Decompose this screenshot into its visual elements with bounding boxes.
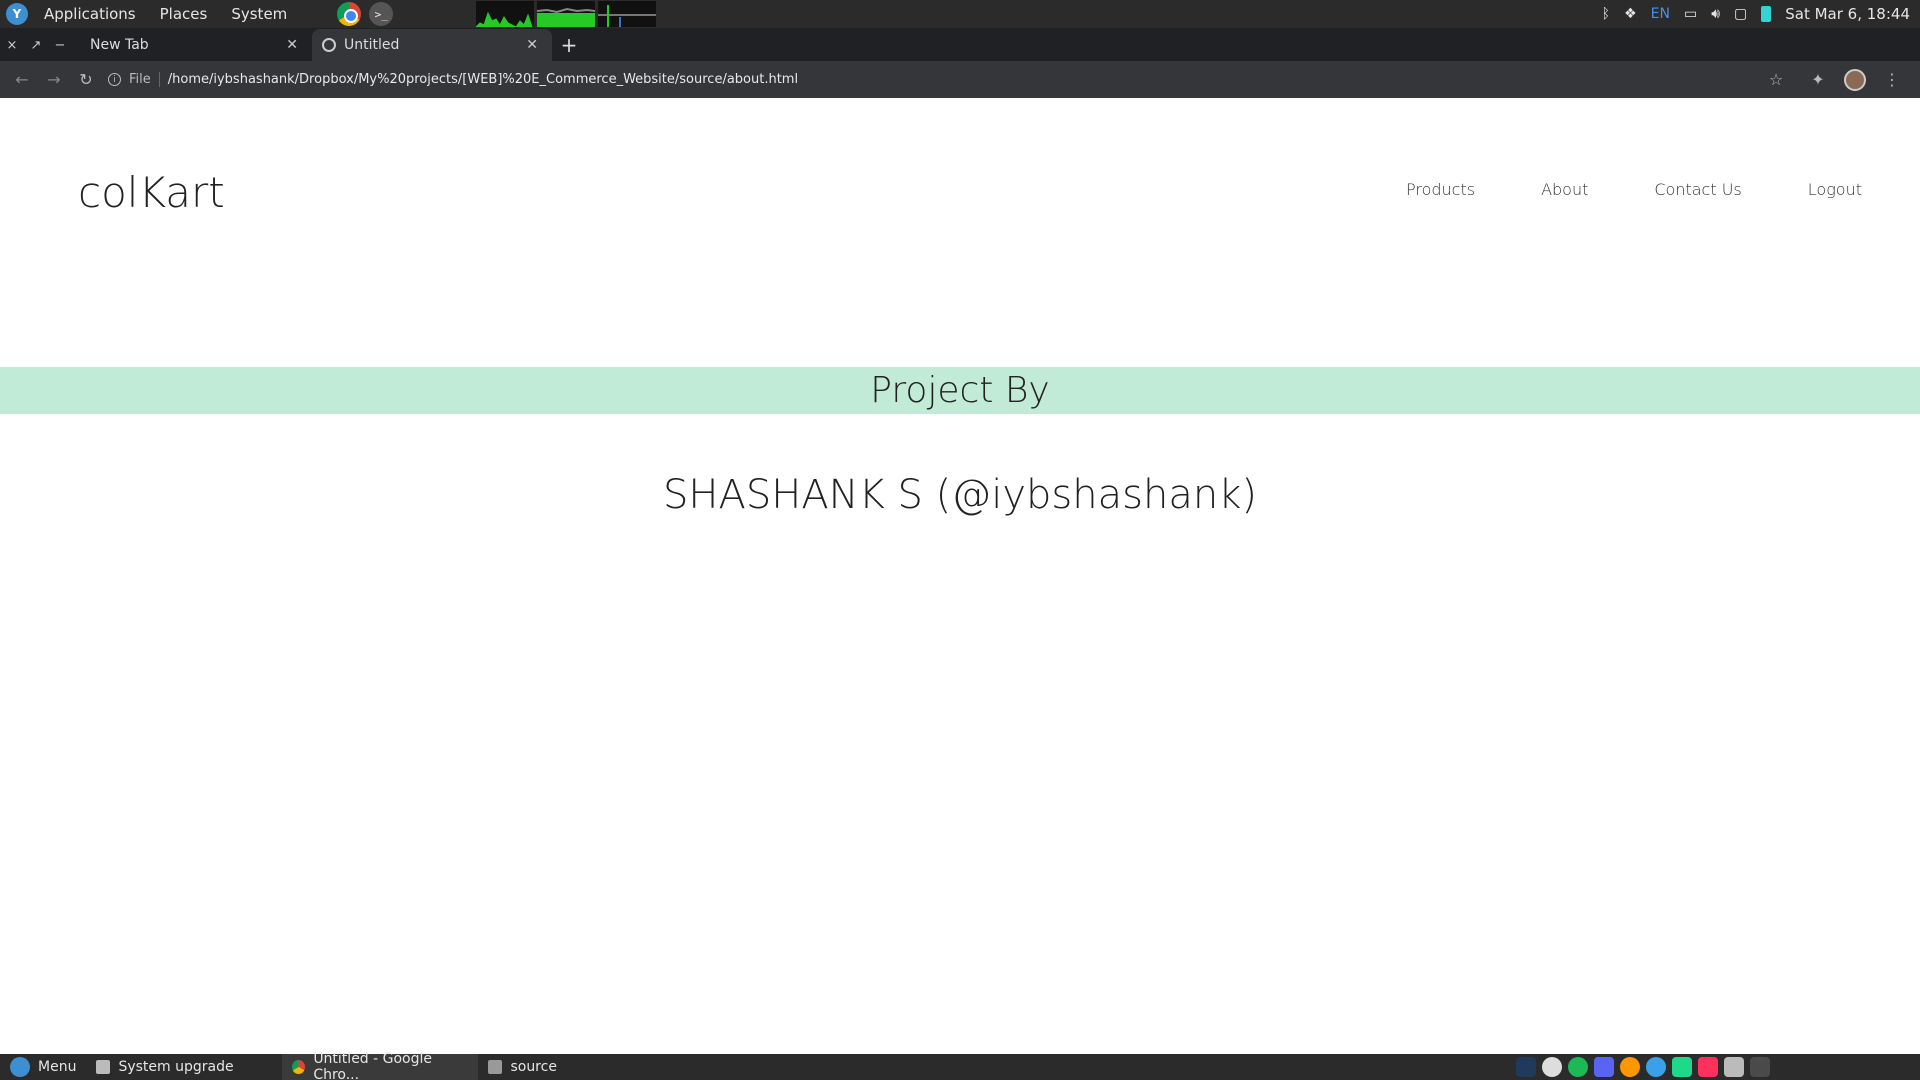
tab-untitled[interactable]: Untitled ✕: [312, 29, 552, 61]
window-maximize-icon[interactable]: ↗: [24, 29, 48, 61]
window-icon: [96, 1060, 111, 1074]
folder-icon: [488, 1060, 503, 1074]
reload-icon[interactable]: ↻: [70, 64, 102, 96]
window-minimize-icon[interactable]: −: [48, 29, 72, 61]
bottom-taskbar: Menu System upgrade Untitled - Google Ch…: [0, 1051, 1920, 1080]
taskbar-item-source[interactable]: source: [478, 1054, 567, 1080]
spotify-tray-icon[interactable]: [1568, 1057, 1588, 1077]
tab-close-icon[interactable]: ✕: [282, 37, 302, 53]
profile-avatar[interactable]: [1844, 68, 1866, 91]
site-nav: Products About Contact Us Logout: [1406, 180, 1862, 199]
menu-label: Menu: [38, 1059, 77, 1075]
browser-tab-strip: × ↗ − New Tab ✕ Untitled ✕ +: [0, 28, 1920, 61]
sublime-tray-icon[interactable]: [1620, 1057, 1640, 1077]
menu-system[interactable]: System: [223, 5, 295, 23]
cpu-monitor-graph: [476, 1, 535, 27]
tab-close-icon[interactable]: ✕: [522, 37, 542, 53]
start-menu-button[interactable]: Menu: [0, 1054, 86, 1080]
top-system-panel: Y Applications Places System >_ ᛒ ❖ EN ▭…: [0, 0, 1920, 28]
banner-title: Project By: [870, 370, 1050, 411]
info-icon[interactable]: i: [108, 73, 121, 86]
terminal-launcher-icon[interactable]: >_: [369, 2, 394, 26]
chrome-tray-icon[interactable]: [1750, 1057, 1770, 1077]
site-logo[interactable]: colKart: [78, 168, 225, 217]
taskbar-item-label: source: [510, 1059, 557, 1075]
taskbar-item-label: System upgrade: [118, 1059, 234, 1075]
tab-title: New Tab: [90, 37, 149, 53]
battery-icon[interactable]: [1761, 6, 1772, 22]
forward-arrow-icon[interactable]: →: [38, 64, 70, 96]
address-bar[interactable]: i File /home/iybshashank/Dropbox/My%20pr…: [108, 72, 1760, 87]
nav-link-products[interactable]: Products: [1406, 180, 1475, 199]
taskbar-item-chrome[interactable]: Untitled - Google Chro...: [282, 1051, 479, 1080]
screenshot-tray-icon[interactable]: [1724, 1057, 1744, 1077]
chrome-launcher-icon[interactable]: [337, 2, 362, 26]
memory-monitor-graph: [537, 1, 596, 27]
os-logo-icon[interactable]: Y: [6, 3, 28, 25]
tab-title: Untitled: [344, 37, 400, 53]
keyboard-layout-indicator[interactable]: EN: [1651, 6, 1670, 22]
extensions-puzzle-icon[interactable]: ✦: [1802, 64, 1834, 96]
bookmark-star-icon[interactable]: ☆: [1760, 64, 1792, 96]
menu-applications[interactable]: Applications: [36, 5, 144, 23]
chrome-icon: [292, 1060, 306, 1074]
web-page: colKart Products About Contact Us Logout…: [0, 98, 1920, 1054]
vscode-tray-icon[interactable]: [1646, 1057, 1666, 1077]
url-text[interactable]: /home/iybshashank/Dropbox/My%20projects/…: [168, 72, 798, 87]
tab-new-tab[interactable]: New Tab ✕: [72, 29, 312, 61]
back-arrow-icon[interactable]: ←: [6, 64, 38, 96]
dropbox-icon[interactable]: ❖: [1624, 6, 1637, 22]
intellij-tray-icon[interactable]: [1698, 1057, 1718, 1077]
window-close-icon[interactable]: ×: [0, 29, 24, 61]
nav-link-about[interactable]: About: [1541, 180, 1588, 199]
chat-tray-icon[interactable]: [1542, 1057, 1562, 1077]
bluetooth-icon[interactable]: ᛒ: [1602, 6, 1610, 22]
display-icon[interactable]: ▭: [1684, 6, 1697, 22]
scheme-label: File: [129, 72, 160, 87]
nav-link-logout[interactable]: Logout: [1808, 180, 1862, 199]
kebab-menu-icon[interactable]: ⋮: [1876, 64, 1908, 96]
discord-tray-icon[interactable]: [1594, 1057, 1614, 1077]
browser-toolbar: ← → ↻ i File /home/iybshashank/Dropbox/M…: [0, 61, 1920, 98]
globe-icon: [322, 38, 336, 52]
taskbar-item-label: Untitled - Google Chro...: [313, 1051, 433, 1080]
volume-icon[interactable]: 🔊︎: [1711, 6, 1720, 22]
clock[interactable]: Sat Mar 6, 18:44: [1785, 5, 1910, 23]
menu-places[interactable]: Places: [152, 5, 216, 23]
new-tab-button[interactable]: +: [552, 29, 586, 61]
terminal-tray-icon[interactable]: [1516, 1057, 1536, 1077]
taskbar-item-system-upgrade[interactable]: System upgrade: [86, 1054, 282, 1080]
author-name: SHASHANK S (@iybshashank): [663, 472, 1257, 518]
system-tray: ᛒ ❖ EN ▭ 🔊︎ ▢ Sat Mar 6, 18:44: [1602, 5, 1920, 23]
notifications-icon[interactable]: ▢: [1734, 6, 1747, 22]
nav-link-contact-us[interactable]: Contact Us: [1654, 180, 1741, 199]
taskbar-tray: [1516, 1057, 1920, 1077]
pycharm-tray-icon[interactable]: [1672, 1057, 1692, 1077]
section-banner: Project By: [0, 367, 1920, 414]
network-monitor-graph: [598, 1, 657, 27]
os-logo-icon: [10, 1057, 30, 1077]
